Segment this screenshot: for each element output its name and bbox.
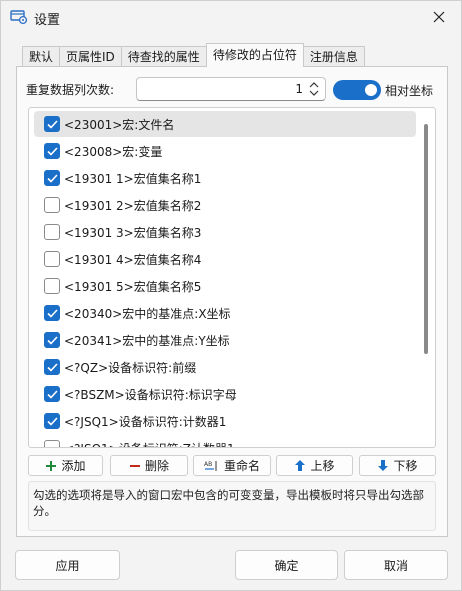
cancel-button[interactable]: 取消 xyxy=(344,550,448,580)
relative-coordinates-toggle[interactable] xyxy=(333,80,381,100)
list-item[interactable]: <19301 2>宏值集名称2 xyxy=(34,192,416,218)
arrow-up-icon xyxy=(295,460,306,471)
move-up-button[interactable]: 上移 xyxy=(276,455,353,476)
list-item-label: <23001>宏:文件名 xyxy=(64,118,175,132)
move-down-button-label: 下移 xyxy=(393,459,418,473)
list-item[interactable]: <20341>宏中的基准点:Y坐标 xyxy=(34,327,416,353)
checkbox[interactable] xyxy=(44,278,60,294)
checkbox[interactable] xyxy=(44,224,60,240)
list-item-label: <19301 5>宏值集名称5 xyxy=(64,280,202,294)
relative-coordinates-label: 相对坐标 xyxy=(385,84,434,98)
repeat-count-label: 重复数据列次数: xyxy=(26,83,115,97)
checkbox[interactable] xyxy=(44,251,60,267)
list-scrollbar[interactable] xyxy=(424,124,428,354)
list-item[interactable]: <23008>宏:变量 xyxy=(34,138,416,164)
list-item-label: <?JSQ1>设备标识符:Z计数器1 xyxy=(64,440,235,447)
repeat-count-value: 1 xyxy=(295,82,303,96)
list-item[interactable]: <19301 1>宏值集名称1 xyxy=(34,165,416,191)
list-item[interactable]: <19301 5>宏值集名称5 xyxy=(34,273,416,299)
list-item[interactable]: <20340>宏中的基准点:X坐标 xyxy=(34,300,416,326)
close-button[interactable] xyxy=(423,4,455,30)
checkbox[interactable] xyxy=(44,143,60,159)
rename-icon: AB xyxy=(204,460,217,471)
list-item-label: <19301 4>宏值集名称4 xyxy=(64,253,202,267)
list-item[interactable]: <?JSQ1>设备标识符:Z计数器1 xyxy=(34,435,416,447)
plus-icon xyxy=(46,460,57,471)
close-icon xyxy=(433,11,445,23)
list-item[interactable]: <?BSZM>设备标识符:标识字母 xyxy=(34,381,416,407)
rename-button-label: 重命名 xyxy=(223,459,260,473)
checkbox[interactable] xyxy=(44,116,60,132)
description-text: 勾选的选项将是导入的窗口宏中包含的可变变量，导出模板时将只导出勾选部分。 xyxy=(28,481,436,531)
apply-button-label: 应用 xyxy=(55,558,80,573)
checkbox[interactable] xyxy=(44,359,60,375)
delete-button[interactable]: 删除 xyxy=(110,455,188,476)
checkbox[interactable] xyxy=(44,332,60,348)
apply-button[interactable]: 应用 xyxy=(15,550,120,580)
checkbox[interactable] xyxy=(44,386,60,402)
checkbox[interactable] xyxy=(44,413,60,429)
list-item-label: <?QZ>设备标识符:前缀 xyxy=(64,361,197,375)
app-settings-icon xyxy=(10,9,28,25)
list-item-label: <19301 1>宏值集名称1 xyxy=(64,172,202,186)
svg-text:AB: AB xyxy=(204,461,212,468)
tab-registration[interactable]: 注册信息 xyxy=(303,46,365,67)
ok-button-label: 确定 xyxy=(274,558,299,573)
checkbox[interactable] xyxy=(44,170,60,186)
list-item[interactable]: <23001>宏:文件名 xyxy=(34,111,416,137)
checkbox[interactable] xyxy=(44,305,60,321)
tab-page-property-id[interactable]: 页属性ID xyxy=(59,46,121,67)
move-down-button[interactable]: 下移 xyxy=(359,455,436,476)
ok-button[interactable]: 确定 xyxy=(235,550,338,580)
list-item-label: <?BSZM>设备标识符:标识字母 xyxy=(64,388,237,402)
tab-placeholders[interactable]: 待修改的占位符 xyxy=(205,43,304,67)
arrow-down-icon xyxy=(378,460,389,471)
delete-button-label: 删除 xyxy=(144,459,169,473)
list-item[interactable]: <19301 3>宏值集名称3 xyxy=(34,219,416,245)
add-button[interactable]: 添加 xyxy=(28,455,103,476)
tab-strip: 默认 页属性ID 待查找的属性 待修改的占位符 注册信息 xyxy=(22,43,365,67)
list-item-label: <19301 2>宏值集名称2 xyxy=(64,199,202,213)
tab-find-attributes[interactable]: 待查找的属性 xyxy=(120,46,206,67)
cancel-button-label: 取消 xyxy=(383,558,408,573)
list-item[interactable]: <?QZ>设备标识符:前缀 xyxy=(34,354,416,380)
list-item-label: <20341>宏中的基准点:Y坐标 xyxy=(64,334,230,348)
list-item[interactable]: <?JSQ1>设备标识符:计数器1 xyxy=(34,408,416,434)
minus-icon xyxy=(129,464,140,467)
spin-arrows-icon[interactable] xyxy=(308,81,320,97)
window-title: 设置 xyxy=(34,13,61,28)
list-item-label: <20340>宏中的基准点:X坐标 xyxy=(64,307,231,321)
add-button-label: 添加 xyxy=(61,459,86,473)
toggle-knob xyxy=(365,84,377,96)
placeholder-list[interactable]: <23001>宏:文件名 <23008>宏:变量 <19301 1>宏值集名称1… xyxy=(28,107,436,448)
checkbox[interactable] xyxy=(44,440,60,447)
title-bar: 设置 xyxy=(1,1,461,35)
list-item-label: <19301 3>宏值集名称3 xyxy=(64,226,202,240)
rename-button[interactable]: AB 重命名 xyxy=(193,455,271,476)
settings-window: 设置 默认 页属性ID 待查找的属性 待修改的占位符 注册信息 重复数据列次数:… xyxy=(0,0,462,591)
list-item-label: <?JSQ1>设备标识符:计数器1 xyxy=(64,415,227,429)
tab-default[interactable]: 默认 xyxy=(22,46,60,67)
list-item-label: <23008>宏:变量 xyxy=(64,145,163,159)
list-item[interactable]: <19301 4>宏值集名称4 xyxy=(34,246,416,272)
move-up-button-label: 上移 xyxy=(310,459,335,473)
checkbox[interactable] xyxy=(44,197,60,213)
repeat-count-spinbox[interactable]: 1 xyxy=(136,77,326,101)
